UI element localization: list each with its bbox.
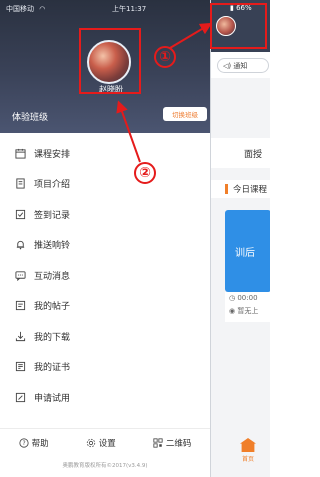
speaker-icon: ◁) <box>223 61 232 70</box>
menu-item-messages[interactable]: 互动消息 <box>0 260 210 291</box>
chat-icon <box>14 269 26 281</box>
document-icon <box>14 178 26 190</box>
menu-label: 我的证书 <box>34 363 71 374</box>
title-accent-bar <box>225 184 228 194</box>
menu-label: 我的帖子 <box>34 302 71 313</box>
menu-item-checkin-record[interactable]: 签到记录 <box>0 199 210 230</box>
qrcode-label: 二维码 <box>165 439 192 449</box>
copyright-text: 奥鹏教育版权所有©2017(v3.4.9) <box>62 463 148 469</box>
menu-label: 签到记录 <box>34 210 71 221</box>
menu-item-schedule[interactable]: 课程安排 <box>0 138 210 169</box>
drawer-menu: 课程安排 项目介绍 签到记录 推送响铃 互动消息 我的帖子 我的下载 我的证书 … <box>0 138 210 413</box>
annotation-number-two: ② <box>134 162 156 184</box>
certificate-icon <box>14 361 26 373</box>
today-title-label: 今日课程 <box>233 185 268 195</box>
menu-label: 推送响铃 <box>34 241 71 252</box>
download-icon <box>14 330 26 342</box>
menu-label: 项目介绍 <box>34 180 71 191</box>
switch-class-button[interactable]: 切换班级 <box>163 107 207 121</box>
notice-pill[interactable]: ◁) 通知 <box>217 58 269 73</box>
menu-label: 申请试用 <box>34 393 71 404</box>
apply-icon <box>14 391 26 403</box>
gear-icon <box>86 438 95 448</box>
annotation-number-one: ① <box>154 46 176 68</box>
settings-label: 设置 <box>98 439 116 449</box>
footer-actions: ? 帮助 设置 二维码 <box>0 437 210 449</box>
carrier-label: 中国移动 <box>6 5 34 13</box>
help-button[interactable]: ? 帮助 <box>18 437 49 449</box>
notice-bar: ◁) 通知 <box>211 52 270 78</box>
main-page-peek[interactable]: ▮ 66% ◁) 通知 面授 今日课程 训后 ◷ 00:00 ◉ 暂无上 首页 <box>210 0 270 477</box>
qrcode-button[interactable]: 二维码 <box>153 437 192 449</box>
settings-button[interactable]: 设置 <box>86 437 116 449</box>
qrcode-icon <box>153 438 163 448</box>
menu-item-my-certificates[interactable]: 我的证书 <box>0 352 210 383</box>
notice-label: 通知 <box>233 61 248 70</box>
menu-item-my-downloads[interactable]: 我的下载 <box>0 321 210 352</box>
tab-face-to-face[interactable]: 面授 <box>211 138 270 168</box>
status-bar-left: 中国移动 ◠ <box>6 4 45 14</box>
annotation-box-header-avatar <box>210 3 267 49</box>
menu-item-my-posts[interactable]: 我的帖子 <box>0 291 210 322</box>
home-icon <box>240 438 256 452</box>
help-icon: ? <box>18 438 29 448</box>
post-icon <box>14 300 26 312</box>
menu-item-project-intro[interactable]: 项目介绍 <box>0 169 210 200</box>
menu-item-apply-trial[interactable]: 申请试用 <box>0 382 210 413</box>
course-location: ◉ 暂无上 <box>229 307 259 315</box>
status-time: 上午11:37 <box>112 5 147 13</box>
class-label: 体验班级 <box>12 113 49 123</box>
annotation-box-avatar <box>79 28 141 94</box>
home-tab[interactable]: 首页 <box>233 428 263 473</box>
wifi-icon: ◠ <box>39 5 46 13</box>
course-card-info: ◷ 00:00 ◉ 暂无上 <box>225 292 270 322</box>
drawer-footer: ? 帮助 设置 二维码 奥鹏教育版权所有©2017(v3.4.9) <box>0 428 210 477</box>
course-card[interactable]: 训后 <box>225 210 270 292</box>
svg-text:?: ? <box>22 441 25 447</box>
home-label: 首页 <box>241 456 254 463</box>
menu-label: 课程安排 <box>34 149 71 160</box>
menu-label: 我的下载 <box>34 332 71 343</box>
bell-icon <box>14 239 26 251</box>
calendar-icon <box>14 147 26 159</box>
menu-item-push-ring[interactable]: 推送响铃 <box>0 230 210 261</box>
menu-label: 互动消息 <box>34 271 71 282</box>
help-label: 帮助 <box>31 439 49 449</box>
today-courses-title: 今日课程 <box>211 180 270 198</box>
checkbox-icon <box>14 208 26 220</box>
course-time: ◷ 00:00 <box>229 294 258 302</box>
